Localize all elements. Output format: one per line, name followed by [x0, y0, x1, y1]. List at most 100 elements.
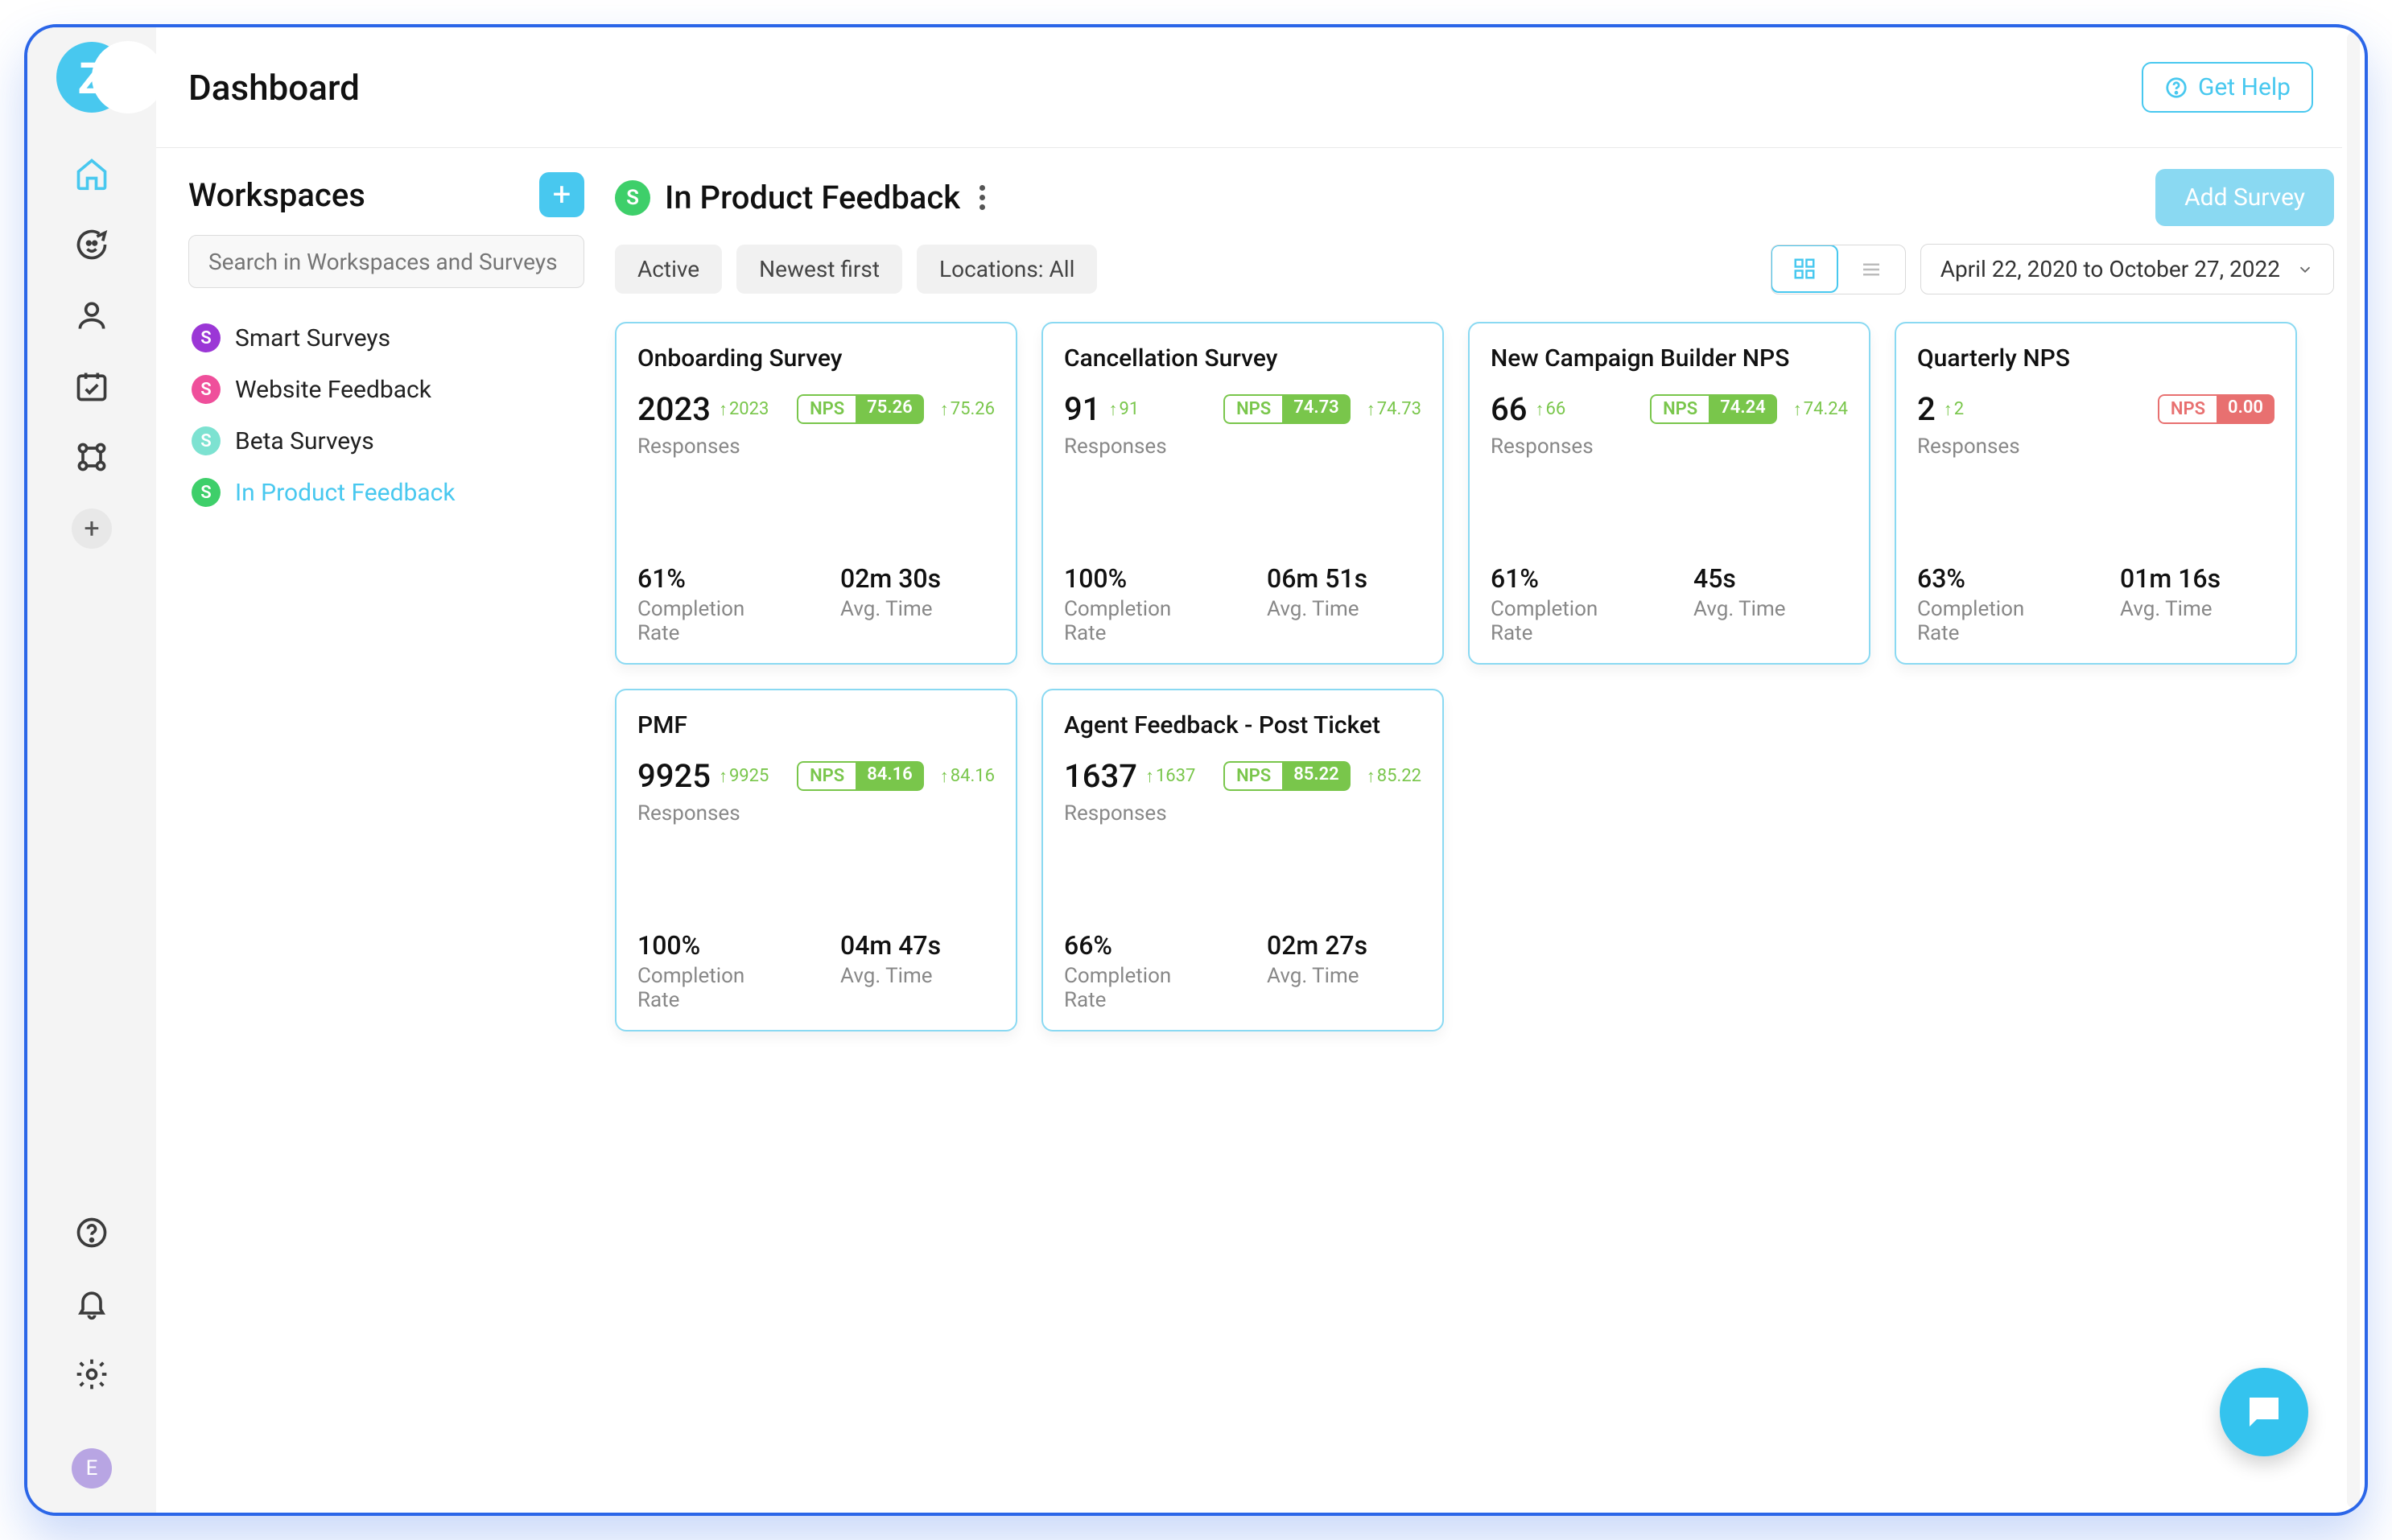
completion-value: 63%: [1917, 563, 2072, 594]
add-survey-button[interactable]: Add Survey: [2155, 169, 2334, 226]
responses-label: Responses: [1064, 434, 1421, 459]
nps-delta: 84.16: [940, 766, 995, 787]
chat-launcher[interactable]: [2220, 1368, 2308, 1456]
workspace-dot: S: [192, 375, 221, 404]
nps-badge: NPS0.00: [2158, 394, 2274, 424]
responses-delta: 2023: [719, 399, 769, 420]
avgtime-value: 45s: [1693, 563, 1848, 594]
list-view-button[interactable]: [1837, 245, 1905, 294]
filter-location[interactable]: Locations: All: [917, 245, 1097, 294]
completion-value: 100%: [1064, 563, 1219, 594]
survey-title: PMF: [637, 711, 995, 739]
survey-grid: Onboarding Survey 2023 2023 NPS75.26 75.…: [615, 322, 2334, 1031]
completion-label: Completion Rate: [637, 597, 792, 645]
scrollbar-track[interactable]: [2347, 32, 2360, 1508]
workspace-item[interactable]: S Beta Surveys: [188, 415, 584, 467]
completion-value: 100%: [637, 930, 792, 961]
workspace-item[interactable]: S In Product Feedback: [188, 467, 584, 518]
nav-home-icon[interactable]: [69, 151, 114, 196]
nav-workflows-icon[interactable]: [69, 434, 114, 480]
responses-label: Responses: [637, 434, 995, 459]
workspace-label: Beta Surveys: [235, 427, 374, 455]
survey-title: Quarterly NPS: [1917, 344, 2274, 373]
responses-label: Responses: [1491, 434, 1848, 459]
nav-contacts-icon[interactable]: [69, 293, 114, 338]
survey-card[interactable]: Quarterly NPS 2 2 NPS0.00 Responses 63% …: [1895, 322, 2297, 665]
responses-value: 91: [1064, 390, 1100, 428]
workspaces-title: Workspaces: [188, 176, 365, 214]
workspace-dot: S: [192, 323, 221, 352]
breadcrumb: S In Product Feedback Add Survey: [615, 169, 2334, 226]
page-title: Dashboard: [188, 67, 360, 109]
chevron-down-icon: [2296, 261, 2314, 278]
responses-label: Responses: [1917, 434, 2274, 459]
nps-badge: NPS85.22: [1223, 761, 1351, 791]
nav-settings-icon[interactable]: [69, 1352, 114, 1397]
filter-sort[interactable]: Newest first: [736, 245, 902, 294]
responses-value: 9925: [637, 757, 711, 795]
nav-notifications-icon[interactable]: [69, 1281, 114, 1326]
survey-card[interactable]: Onboarding Survey 2023 2023 NPS75.26 75.…: [615, 322, 1017, 665]
avgtime-label: Avg. Time: [1267, 964, 1421, 988]
avgtime-value: 01m 16s: [2120, 563, 2274, 594]
nps-badge: NPS84.16: [797, 761, 924, 791]
workspace-dot: S: [192, 478, 221, 507]
breadcrumb-icon: S: [615, 180, 650, 216]
survey-card[interactable]: Cancellation Survey 91 91 NPS74.73 74.73…: [1041, 322, 1444, 665]
nps-delta: 74.73: [1367, 399, 1421, 420]
avgtime-label: Avg. Time: [840, 964, 995, 988]
workspace-label: In Product Feedback: [235, 479, 456, 507]
workspace-search-input[interactable]: [188, 235, 584, 288]
app-logo: Z: [56, 42, 127, 113]
responses-value: 2023: [637, 390, 711, 428]
chat-icon: [2242, 1390, 2286, 1434]
completion-label: Completion Rate: [637, 964, 792, 1012]
nav-rail: Z + E: [27, 27, 156, 1513]
responses-value: 2: [1917, 390, 1936, 428]
workspaces-panel: Workspaces + SSmart SurveysSWebsite Feed…: [156, 148, 607, 1513]
workspace-label: Website Feedback: [235, 376, 431, 404]
survey-card[interactable]: Agent Feedback - Post Ticket 1637 1637 N…: [1041, 689, 1444, 1031]
nps-delta: 74.24: [1793, 399, 1848, 420]
completion-label: Completion Rate: [1917, 597, 2072, 645]
responses-label: Responses: [637, 801, 995, 826]
workspace-dot: S: [192, 426, 221, 455]
responses-delta: 9925: [719, 766, 769, 787]
avgtime-label: Avg. Time: [2120, 597, 2274, 621]
avgtime-label: Avg. Time: [840, 597, 995, 621]
grid-view-button[interactable]: [1771, 245, 1838, 293]
header: Dashboard Get Help: [156, 27, 2342, 148]
help-icon: [2164, 76, 2188, 100]
completion-value: 61%: [1491, 563, 1645, 594]
responses-delta: 66: [1535, 399, 1565, 420]
workspace-item[interactable]: SSmart Surveys: [188, 312, 584, 364]
completion-label: Completion Rate: [1491, 597, 1645, 645]
filter-status[interactable]: Active: [615, 245, 722, 294]
responses-delta: 2: [1944, 399, 1964, 420]
avgtime-value: 02m 30s: [840, 563, 995, 594]
nps-delta: 75.26: [940, 399, 995, 420]
nav-add-button[interactable]: +: [72, 509, 112, 549]
workspace-item[interactable]: S Website Feedback: [188, 364, 584, 415]
nav-responses-icon[interactable]: [69, 222, 114, 267]
survey-card[interactable]: PMF 9925 9925 NPS84.16 84.16 Responses 1…: [615, 689, 1017, 1031]
completion-value: 61%: [637, 563, 792, 594]
workspace-menu-button[interactable]: [979, 185, 985, 210]
view-toggle: [1771, 245, 1906, 294]
nav-calendar-icon[interactable]: [69, 364, 114, 409]
add-workspace-button[interactable]: +: [539, 172, 584, 217]
nav-help-icon[interactable]: [69, 1210, 114, 1255]
date-range-picker[interactable]: April 22, 2020 to October 27, 2022: [1920, 244, 2334, 294]
get-help-button[interactable]: Get Help: [2142, 62, 2313, 113]
breadcrumb-label: In Product Feedback: [665, 179, 960, 216]
get-help-label: Get Help: [2198, 73, 2291, 101]
survey-title: Agent Feedback - Post Ticket: [1064, 711, 1421, 739]
nps-badge: NPS75.26: [797, 394, 924, 424]
responses-delta: 91: [1108, 399, 1139, 420]
user-avatar[interactable]: E: [72, 1448, 112, 1489]
survey-title: New Campaign Builder NPS: [1491, 344, 1848, 373]
completion-label: Completion Rate: [1064, 597, 1219, 645]
survey-title: Onboarding Survey: [637, 344, 995, 373]
avgtime-value: 06m 51s: [1267, 563, 1421, 594]
survey-card[interactable]: New Campaign Builder NPS 66 66 NPS74.24 …: [1468, 322, 1870, 665]
